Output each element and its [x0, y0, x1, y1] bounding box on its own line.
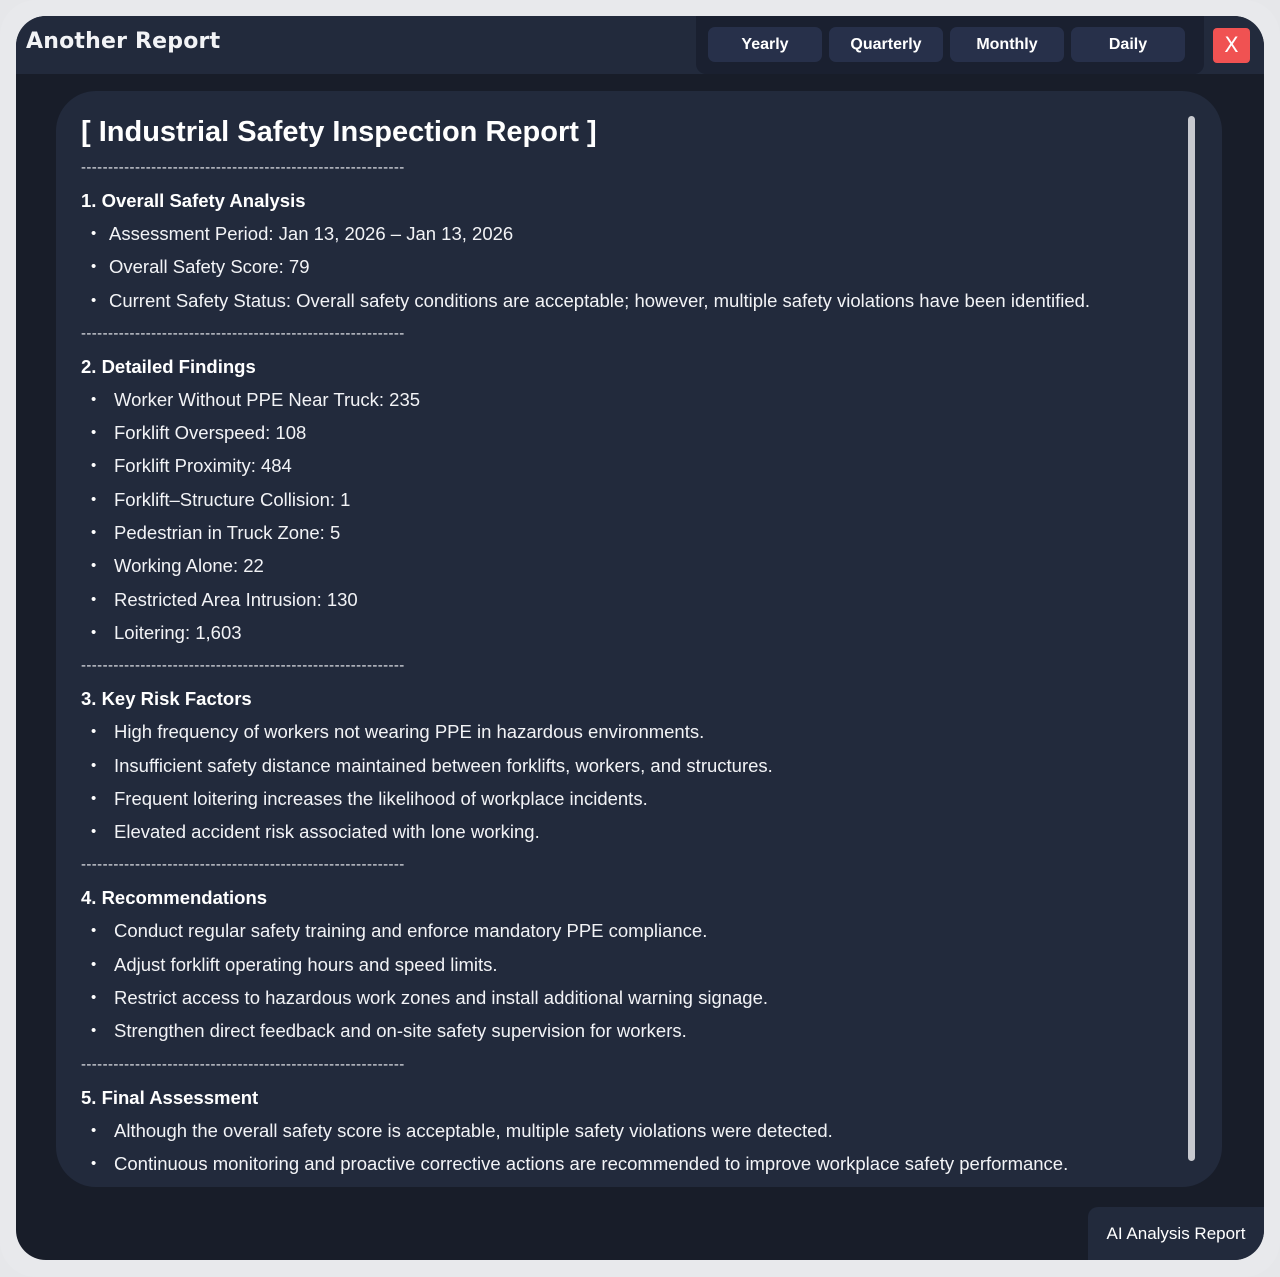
close-icon: X	[1224, 33, 1239, 57]
tab-quarterly[interactable]: Quarterly	[829, 27, 943, 62]
key-risk-factors-list: High frequency of workers not wearing PP…	[81, 715, 1161, 848]
list-item: Frequent loitering increases the likelih…	[81, 782, 1161, 816]
list-item: Insufficient safety distance maintained …	[81, 749, 1161, 783]
section-heading-recommendations: 4. Recommendations	[81, 887, 268, 909]
section-divider: ----------------------------------------…	[81, 657, 405, 675]
list-item: Adjust forklift operating hours and spee…	[81, 948, 1161, 982]
list-item: Assessment Period: Jan 13, 2026 – Jan 13…	[81, 217, 1161, 251]
report-panel[interactable]: [ Industrial Safety Inspection Report ] …	[56, 91, 1222, 1187]
report-content: [ Industrial Safety Inspection Report ] …	[81, 113, 1161, 1181]
section-divider: ----------------------------------------…	[81, 324, 405, 342]
section-heading-detailed-findings: 2. Detailed Findings	[81, 355, 256, 377]
recommendations-list: Conduct regular safety training and enfo…	[81, 914, 1161, 1047]
section-heading-overall-safety: 1. Overall Safety Analysis	[81, 190, 306, 211]
section-divider: ----------------------------------------…	[81, 1055, 405, 1073]
ai-analysis-report-button[interactable]: AI Analysis Report	[1088, 1207, 1264, 1260]
list-item: Continuous monitoring and proactive corr…	[81, 1147, 1161, 1181]
final-assessment-list: Although the overall safety score is acc…	[81, 1114, 1161, 1181]
list-item: Elevated accident risk associated with l…	[81, 815, 1161, 849]
list-item: Forklift Proximity: 484	[81, 449, 1161, 483]
section-divider: ----------------------------------------…	[81, 856, 405, 874]
list-item: Worker Without PPE Near Truck: 235	[81, 383, 1161, 417]
list-item: Although the overall safety score is acc…	[81, 1114, 1161, 1148]
list-item: Loitering: 1,603	[81, 616, 1161, 650]
list-item: Overall Safety Score: 79	[81, 250, 1161, 284]
list-item: Forklift Overspeed: 108	[81, 416, 1161, 450]
list-item: Strengthen direct feedback and on-site s…	[81, 1014, 1161, 1048]
list-item: Current Safety Status: Overall safety co…	[81, 284, 1161, 318]
report-title: [ Industrial Safety Inspection Report ]	[81, 116, 597, 148]
report-window: Another Report Yearly Quarterly Monthly …	[16, 16, 1264, 1260]
list-item: Pedestrian in Truck Zone: 5	[81, 516, 1161, 550]
list-item: High frequency of workers not wearing PP…	[81, 715, 1161, 749]
section-divider: ----------------------------------------…	[81, 159, 405, 176]
list-item: Working Alone: 22	[81, 549, 1161, 583]
report-scrollbar[interactable]	[1188, 116, 1195, 1161]
section-heading-key-risk-factors: 3. Key Risk Factors	[81, 688, 252, 710]
section-heading-final-assessment: 5. Final Assessment	[81, 1086, 259, 1108]
list-item: Restricted Area Intrusion: 130	[81, 583, 1161, 617]
tab-yearly[interactable]: Yearly	[708, 27, 822, 62]
title-bar: Another Report Yearly Quarterly Monthly …	[16, 16, 1264, 74]
list-item: Restrict access to hazardous work zones …	[81, 981, 1161, 1015]
detailed-findings-list: Worker Without PPE Near Truck: 235 Forkl…	[81, 383, 1161, 650]
overall-safety-list: Assessment Period: Jan 13, 2026 – Jan 13…	[81, 217, 1161, 317]
list-item: Conduct regular safety training and enfo…	[81, 914, 1161, 948]
tab-monthly[interactable]: Monthly	[950, 27, 1064, 62]
period-tabs: Yearly Quarterly Monthly Daily	[696, 16, 1204, 74]
tab-daily[interactable]: Daily	[1071, 27, 1185, 62]
list-item: Forklift–Structure Collision: 1	[81, 483, 1161, 517]
app-title: Another Report	[26, 29, 221, 54]
close-button[interactable]: X	[1213, 28, 1250, 63]
